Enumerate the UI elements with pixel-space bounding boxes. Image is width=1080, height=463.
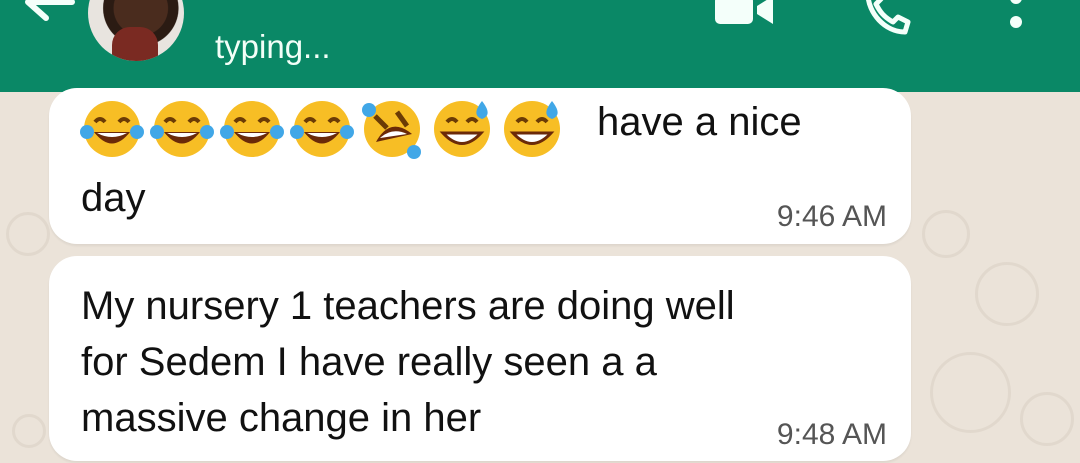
- video-call-icon[interactable]: [713, 0, 775, 28]
- laughing-tears-emoji-icon: [80, 101, 144, 157]
- voice-call-icon[interactable]: [860, 0, 912, 40]
- message-bubble[interactable]: My nursery 1 teachers are doing well for…: [49, 256, 911, 461]
- sweat-smile-emoji-icon: [434, 101, 490, 157]
- contact-avatar[interactable]: [88, 0, 184, 61]
- sweat-smile-emoji-icon: [504, 101, 560, 157]
- message-time: 9:48 AM: [776, 418, 887, 451]
- back-arrow-icon[interactable]: [18, 0, 78, 32]
- laughing-tears-emoji-icon: [150, 101, 214, 157]
- message-text-continued: day: [81, 176, 146, 220]
- more-options-icon[interactable]: [1006, 0, 1026, 34]
- laughing-tears-emoji-icon: [290, 101, 354, 157]
- chat-header: typing...: [0, 0, 1080, 92]
- message-time: 9:46 AM: [776, 200, 887, 233]
- message-text: have a nice: [597, 100, 802, 144]
- rolling-laughing-emoji-icon: [362, 101, 421, 159]
- emoji-row: [77, 98, 567, 162]
- message-bubble[interactable]: have a nice day 9:46 AM: [49, 88, 911, 244]
- message-text: My nursery 1 teachers are doing well for…: [81, 284, 735, 440]
- typing-status: typing...: [215, 28, 331, 65]
- laughing-tears-emoji-icon: [220, 101, 284, 157]
